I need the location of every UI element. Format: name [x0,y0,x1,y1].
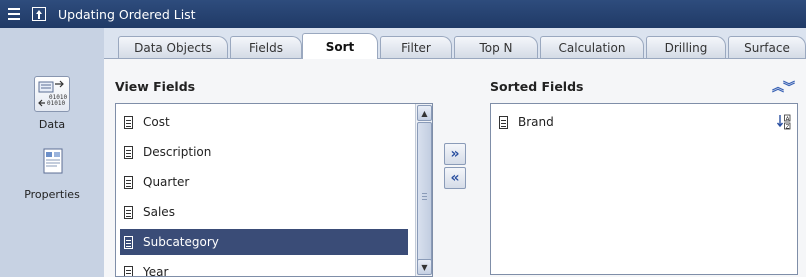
add-sort-field-button[interactable]: » [444,143,466,165]
tab-sort[interactable]: Sort [302,33,378,59]
sorted-fields-title: Sorted Fields [490,79,584,94]
tab-top-n[interactable]: Top N [454,36,538,58]
field-icon [124,265,133,276]
remove-sort-field-button[interactable]: « [444,167,466,189]
scroll-up-button[interactable]: ▲ [417,105,432,121]
list-item[interactable]: Cost [120,109,408,135]
view-fields-scrollbar[interactable]: ▲ ▼ [415,104,432,276]
tab-surface[interactable]: Surface [728,36,806,58]
field-icon [124,235,133,249]
scroll-down-button[interactable]: ▼ [417,259,432,275]
sort-ascending-icon[interactable]: A Z [776,114,791,130]
sidebar-item-label: Properties [24,188,80,201]
field-icon [124,205,133,219]
list-item[interactable]: Sales [120,199,408,225]
tab-data-objects[interactable]: Data Objects [118,36,228,58]
list-item[interactable]: Year [120,259,408,276]
sidebar-item-label: Data [38,118,66,131]
sidebar-item-properties[interactable]: Properties [10,146,94,201]
properties-icon [34,146,70,182]
data-icon: 01010 01010 [34,76,70,112]
scroll-thumb[interactable] [417,122,432,274]
window-title: Updating Ordered List [58,6,196,22]
tab-filter[interactable]: Filter [380,36,452,58]
sort-panel: View Fields Cost Description Quarter Sal… [104,58,806,277]
svg-text:01010: 01010 [47,100,65,107]
field-icon [124,115,133,129]
field-icon [124,145,133,159]
move-up-down-icon[interactable]: ︽︾ [772,78,795,95]
list-item[interactable]: Brand [495,109,791,135]
field-icon [499,115,508,129]
list-item[interactable]: Quarter [120,169,408,195]
menu-icon[interactable] [6,7,22,21]
sorted-fields-list[interactable]: Brand A Z [490,103,798,275]
pin-icon[interactable] [32,7,46,21]
list-item[interactable]: Description [120,139,408,165]
svg-text:A: A [786,116,790,122]
sidebar-item-data[interactable]: 01010 01010 Data [10,76,94,131]
tab-drilling[interactable]: Drilling [646,36,726,58]
tab-calculation[interactable]: Calculation [540,36,644,58]
svg-text:Z: Z [786,124,790,130]
view-fields-title: View Fields [115,79,196,94]
tab-strip: Data Objects Fields Sort Filter Top N Ca… [104,28,806,59]
tab-fields[interactable]: Fields [230,36,302,58]
list-item-selected[interactable]: Subcategory [120,229,408,255]
title-bar: Updating Ordered List [0,0,806,28]
view-fields-list[interactable]: Cost Description Quarter Sales Subcatego… [115,103,433,277]
field-icon [124,175,133,189]
sidebar: 01010 01010 Data Properties [0,28,104,277]
